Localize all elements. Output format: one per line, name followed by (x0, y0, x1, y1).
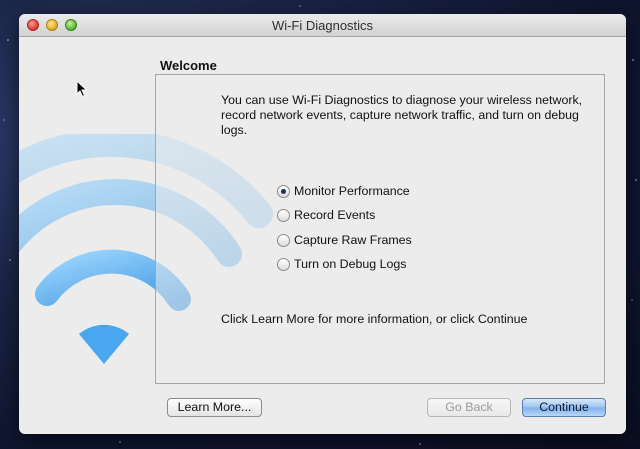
radio-button[interactable] (277, 208, 290, 222)
intro-text: You can use Wi-Fi Diagnostics to diagnos… (221, 93, 583, 137)
go-back-button[interactable]: Go Back (427, 398, 511, 417)
option-turn-on-debug-logs[interactable]: Turn on Debug Logs (277, 256, 407, 272)
option-monitor-performance[interactable]: Monitor Performance (277, 183, 410, 199)
option-label: Monitor Performance (294, 184, 410, 198)
content-panel: You can use Wi-Fi Diagnostics to diagnos… (155, 74, 605, 384)
radio-button[interactable] (277, 257, 290, 271)
option-label: Turn on Debug Logs (294, 257, 407, 271)
continue-button[interactable]: Continue (522, 398, 606, 417)
option-record-events[interactable]: Record Events (277, 207, 375, 223)
option-label: Record Events (294, 208, 376, 222)
window-title: Wi-Fi Diagnostics (271, 18, 374, 33)
title-bar[interactable]: Wi-Fi Diagnostics (19, 14, 626, 37)
learn-more-button[interactable]: Learn More... (167, 398, 262, 417)
footer-instructions: Click Learn More for more information, o… (221, 312, 528, 326)
radio-button[interactable] (277, 233, 290, 247)
wifi-diagnostics-window: Wi-Fi Diagnostics Welcome You can use Wi… (19, 14, 626, 434)
mouse-pointer-icon (76, 80, 88, 98)
option-capture-raw-frames[interactable]: Capture Raw Frames (277, 232, 412, 248)
option-label: Capture Raw Frames (294, 233, 412, 247)
radio-button[interactable] (277, 184, 290, 198)
page-heading: Welcome (160, 58, 217, 73)
